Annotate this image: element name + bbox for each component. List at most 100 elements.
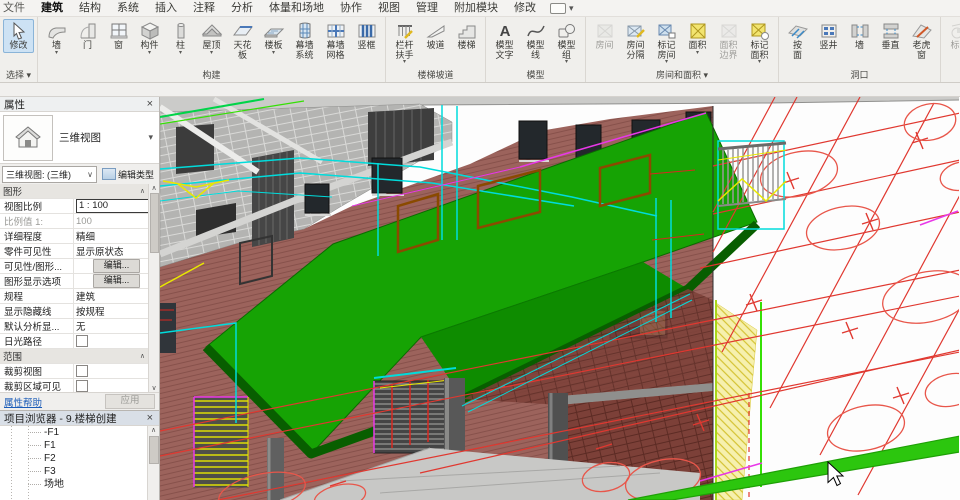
tree-item-F1[interactable]: F1 [0, 439, 159, 452]
property-value[interactable]: 按规程 [74, 304, 159, 318]
properties-help-link[interactable]: 属性帮助 [4, 395, 42, 409]
property-value[interactable]: 无 [74, 319, 159, 333]
ribbon-panel-label[interactable]: 基准 [942, 69, 960, 82]
main-area: 属性 × 三维视图 ▾ 三维视图: (三维) ∨ 编辑类型 图形 ∧ 视图比例 … [0, 97, 960, 500]
ribbon-panel-label[interactable]: 模型 [487, 69, 584, 82]
tool-column-button[interactable]: 柱 ▾ [165, 19, 196, 58]
edit-button[interactable]: 编辑... [92, 259, 141, 273]
property-checkbox[interactable] [76, 365, 88, 377]
property-section-header[interactable]: 范围 ∧ [0, 349, 159, 364]
ribbon-display-toggle[interactable]: ▾ [550, 2, 574, 14]
close-icon[interactable]: × [145, 98, 155, 110]
tree-item-场地[interactable]: 场地 [0, 478, 159, 491]
ribbon-panel-label[interactable]: 洞口 [780, 69, 939, 82]
type-selector[interactable]: 三维视图 ▾ [0, 112, 159, 164]
tool-modify-button[interactable]: 修改 [3, 19, 34, 53]
edit-type-label: 编辑类型 [117, 169, 154, 180]
scrollbar-thumb[interactable] [149, 193, 159, 253]
edit-type-button[interactable]: 编辑类型 [99, 167, 157, 182]
ribbon-tab-6[interactable]: 注释 [185, 0, 223, 16]
browser-scrollbar[interactable]: ∧ [147, 426, 159, 500]
ribbon-panel-label[interactable]: 楼梯坡道 [387, 69, 484, 82]
close-icon[interactable]: × [145, 412, 155, 424]
property-value [74, 380, 159, 392]
properties-scrollbar[interactable]: ∧ ∨ [148, 184, 159, 392]
scroll-up-icon[interactable]: ∧ [151, 184, 156, 192]
ribbon-panel-label[interactable]: 构建 [39, 69, 384, 82]
tool-vertical-opening-button[interactable]: 垂直 [875, 19, 906, 53]
edit-button[interactable]: 编辑... [92, 274, 141, 288]
property-value[interactable]: 精细 [74, 229, 159, 243]
property-checkbox[interactable] [76, 335, 88, 347]
tool-mullion-button[interactable]: 竖框 [351, 19, 382, 53]
project-browser-title-bar[interactable]: 项目浏览器 - 9.楼梯创建 × [0, 411, 159, 426]
property-value: 100 [76, 215, 92, 227]
model-line-icon [526, 25, 545, 37]
ribbon-tab-1[interactable]: 文件 [0, 0, 33, 16]
tool-model-group-button[interactable]: 模型 组 ▾ [551, 19, 582, 67]
tool-area-boundary-button: 面积 边界 [713, 19, 744, 62]
tool-window-button[interactable]: 窗 [103, 19, 134, 53]
model-canvas[interactable] [160, 97, 959, 500]
scroll-down-icon[interactable]: ∨ [151, 384, 156, 392]
edit-type-icon [101, 168, 116, 180]
ribbon-tab-3[interactable]: 结构 [71, 0, 109, 16]
scrollbar-thumb[interactable] [148, 436, 159, 464]
roof-icon [201, 24, 222, 37]
tool-wall-button[interactable]: 墙 ▾ [41, 19, 72, 58]
ribbon-tab-12[interactable]: 附加模块 [446, 0, 506, 16]
stair-icon [458, 25, 475, 39]
tool-floor-button[interactable]: 楼板 ▾ [258, 19, 289, 58]
tool-area-button[interactable]: 面积 ▾ [682, 19, 713, 58]
tool-roof-button[interactable]: 屋顶 ▾ [196, 19, 227, 58]
ribbon-tab-10[interactable]: 视图 [370, 0, 408, 16]
chevron-down-icon[interactable]: ▾ [148, 132, 156, 143]
tool-stair-button[interactable]: 楼梯 [451, 19, 482, 53]
ribbon-tab-13[interactable]: 修改 [506, 0, 544, 16]
tree-item-F3[interactable]: F3 [0, 465, 159, 478]
property-label: 裁剪区域可见 [0, 379, 74, 392]
tool-ceiling-button[interactable]: 天花板 [227, 19, 258, 62]
tool-shaft-button[interactable]: 竖井 [813, 19, 844, 53]
tool-railing-button[interactable]: 栏杆扶手 ▾ [389, 19, 420, 67]
tool-model-line-button[interactable]: 模型 线 [520, 19, 551, 62]
ribbon-panel-label[interactable]: 选择 ▾ [1, 69, 36, 82]
property-row: 裁剪区域可见 [0, 379, 159, 392]
tool-by-face-button[interactable]: 按 面 [782, 19, 813, 62]
tool-room-separator-button[interactable]: 房间 分隔 [620, 19, 651, 62]
tool-model-text-button[interactable]: A 模型 文字 [489, 19, 520, 62]
property-section-header[interactable]: 图形 ∧ [0, 184, 159, 199]
tool-tag-room-button[interactable]: 标记 房间 ▾ [651, 19, 682, 67]
tool-dormer-button[interactable]: 老虎窗 [906, 19, 937, 62]
property-value [74, 335, 159, 347]
ribbon-tab-9[interactable]: 协作 [332, 0, 370, 16]
tool-tag-area-button[interactable]: 标记 面积 ▾ [744, 19, 775, 67]
tree-item--F1[interactable]: -F1 [0, 426, 159, 439]
tool-wall-opening-button[interactable]: 墙 [844, 19, 875, 53]
tool-door-button[interactable]: 门 [72, 19, 103, 53]
property-value[interactable]: 建筑 [74, 289, 159, 303]
tool-component-button[interactable]: 构件 ▾ [134, 19, 165, 58]
ribbon-panel-label[interactable]: 房间和面积 ▾ [587, 69, 777, 82]
tool-ramp-button[interactable]: 坡道 [420, 19, 451, 53]
properties-title-bar[interactable]: 属性 × [0, 97, 159, 112]
instance-select[interactable]: 三维视图: (三维) ∨ [2, 165, 97, 183]
property-value[interactable]: 显示原状态 [74, 244, 159, 258]
chevron-down-icon: ▾ [209, 49, 213, 56]
tool-curtain-system-button[interactable]: 幕墙 系统 [289, 19, 320, 62]
ribbon-tab-8[interactable]: 体量和场地 [261, 0, 332, 16]
ribbon-tab-4[interactable]: 系统 [109, 0, 147, 16]
ribbon-tab-5[interactable]: 插入 [147, 0, 185, 16]
apply-button[interactable]: 应用 [105, 394, 155, 409]
property-checkbox[interactable] [76, 380, 88, 392]
tree-item-F2[interactable]: F2 [0, 452, 159, 465]
ribbon-tab-7[interactable]: 分析 [223, 0, 261, 16]
scroll-up-icon[interactable]: ∧ [151, 427, 156, 434]
ribbon-tab-11[interactable]: 管理 [408, 0, 446, 16]
viewport-3d-view[interactable] [160, 97, 960, 500]
tool-curtain-grid-button[interactable]: 幕墙 网格 [320, 19, 351, 62]
property-row: 详细程度 精细 [0, 229, 159, 244]
ribbon-tab-2[interactable]: 建筑 [33, 0, 71, 16]
property-value-input[interactable]: 1 : 100 [76, 199, 157, 213]
options-bar [0, 83, 960, 97]
